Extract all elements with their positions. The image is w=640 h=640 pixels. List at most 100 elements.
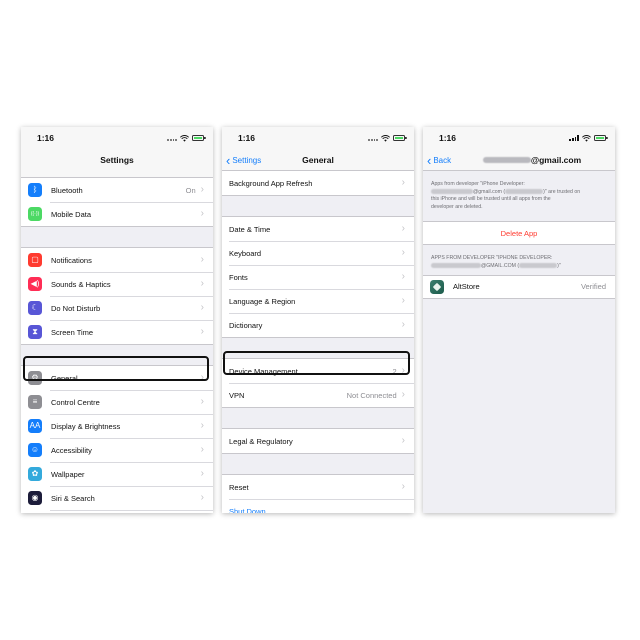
- battery-icon: [594, 135, 608, 141]
- redacted-text: [505, 188, 544, 194]
- speaker-icon: ◀): [28, 277, 42, 291]
- row-label: Screen Time: [51, 327, 94, 337]
- group-separator: [222, 338, 414, 358]
- signal-icon: [368, 135, 378, 141]
- settings-row-mobile-data[interactable]: ((·)) Mobile Data ›: [21, 202, 213, 226]
- chevron-left-icon: ‹: [427, 152, 432, 168]
- redacted-text: [519, 263, 558, 269]
- delete-app-button[interactable]: Delete App: [423, 221, 615, 246]
- chevron-right-icon: ›: [200, 254, 204, 265]
- general-row-keyboard[interactable]: Keyboard ›: [222, 241, 414, 265]
- chevron-right-icon: ›: [401, 177, 405, 188]
- row-label: Legal & Regulatory: [229, 436, 293, 446]
- general-row-legal-and-regulatory[interactable]: Legal & Regulatory ›: [222, 429, 414, 453]
- status-bar: 1:16: [222, 127, 414, 149]
- settings-group: ▢ Notifications › ◀) Sounds & Haptics › ☾ Do No…: [21, 247, 213, 345]
- row-label: Bluetooth: [51, 185, 83, 195]
- row-label: Background App Refresh: [229, 178, 313, 188]
- settings-row-face-id-and-passcode[interactable]: ☺Face ID & Passcode›: [21, 510, 213, 513]
- back-label: Back: [433, 155, 452, 165]
- chevron-right-icon: ›: [401, 389, 405, 400]
- back-button[interactable]: ‹ Settings: [226, 149, 261, 171]
- settings-row-bluetooth[interactable]: ᛒ Bluetooth On ›: [21, 178, 213, 202]
- page-title: General: [302, 154, 334, 165]
- app-status: Verified: [580, 282, 606, 292]
- back-label: Settings: [232, 155, 262, 165]
- settings-row-sounds-and-haptics[interactable]: ◀) Sounds & Haptics ›: [21, 272, 213, 296]
- info-line-3: this iPhone and will be trusted until al…: [431, 196, 551, 203]
- developer-profile-screen: 1:16 ‹ Back @gmail.com Apps from develop…: [423, 127, 615, 513]
- signal-icon: [167, 135, 177, 141]
- settings-row-control-centre[interactable]: ≡ Control Centre ›: [21, 390, 213, 414]
- row-label: VPN: [229, 390, 245, 400]
- gear-icon: ⚙: [28, 371, 42, 385]
- settings-row-do-not-disturb[interactable]: ☾ Do Not Disturb ›: [21, 296, 213, 320]
- group-separator: [21, 227, 213, 247]
- status-time: 1:16: [238, 133, 256, 143]
- app-row-altstore[interactable]: AltStore Verified: [423, 276, 615, 298]
- settings-row-notifications[interactable]: ▢ Notifications ›: [21, 248, 213, 272]
- general-row-vpn[interactable]: VPN Not Connected ›: [222, 383, 414, 407]
- general-row-fonts[interactable]: Fonts ›: [222, 265, 414, 289]
- general-group: Legal & Regulatory ›: [222, 428, 414, 454]
- app-name: AltStore: [453, 282, 480, 292]
- trust-info-text: Apps from developer "iPhone Developer: @…: [423, 171, 615, 221]
- general-row-language-and-region[interactable]: Language & Region ›: [222, 289, 414, 313]
- scrolled-row-remnant: [21, 170, 213, 177]
- altstore-icon: [430, 279, 444, 294]
- chevron-right-icon: ›: [401, 223, 405, 234]
- text-size-icon: AA: [28, 419, 42, 433]
- row-label: Shut Down: [229, 506, 266, 514]
- chevron-right-icon: ›: [401, 295, 405, 306]
- profile-navbar: ‹ Back @gmail.com: [423, 149, 615, 171]
- general-group: Background App Refresh ›: [222, 171, 414, 196]
- info-line-2a: @gmail.com (: [473, 188, 506, 195]
- apps-list: AltStore Verified: [423, 274, 615, 299]
- general-row-date-and-time[interactable]: Date & Time ›: [222, 217, 414, 241]
- chevron-right-icon: ›: [200, 278, 204, 289]
- redacted-email-user: [482, 157, 531, 164]
- signal-icon: [569, 135, 579, 141]
- general-row-dictionary[interactable]: Dictionary ›: [222, 313, 414, 337]
- general-row-device-management[interactable]: Device Management 2 ›: [222, 359, 414, 383]
- back-button[interactable]: ‹ Back: [427, 149, 451, 171]
- chevron-right-icon: ›: [200, 302, 204, 313]
- row-label: Notifications: [51, 255, 92, 265]
- row-label: Control Centre: [51, 397, 100, 407]
- general-row-background-app-refresh[interactable]: Background App Refresh ›: [222, 171, 414, 195]
- general-screen: 1:16 ‹ Settings General Background App R…: [222, 127, 414, 513]
- group-separator: [21, 345, 213, 365]
- general-group: Date & Time › Keyboard › Fonts › Language & Re…: [222, 216, 414, 338]
- chevron-right-icon: ›: [401, 247, 405, 258]
- row-label: Reset: [229, 482, 249, 492]
- group-separator: [222, 454, 414, 474]
- chevron-right-icon: ›: [200, 372, 204, 383]
- general-group: Device Management 2 › VPN Not Connected ›: [222, 358, 414, 408]
- general-row-shut-down[interactable]: Shut Down: [222, 499, 414, 513]
- settings-row-siri-and-search[interactable]: ◉ Siri & Search ›: [21, 486, 213, 510]
- settings-row-general[interactable]: ⚙ General ›: [21, 366, 213, 390]
- info-line-2b: )" are trusted on: [543, 188, 581, 195]
- battery-icon: [192, 135, 206, 141]
- accessibility-icon: ☺: [28, 443, 42, 457]
- chevron-right-icon: ›: [200, 208, 204, 219]
- settings-row-screen-time[interactable]: ⧗ Screen Time ›: [21, 320, 213, 344]
- settings-row-wallpaper[interactable]: ✿ Wallpaper ›: [21, 462, 213, 486]
- chevron-right-icon: ›: [401, 365, 405, 376]
- page-title: Settings: [100, 154, 134, 165]
- settings-group: ᛒ Bluetooth On › ((·)) Mobile Data ›: [21, 177, 213, 227]
- settings-row-display-and-brightness[interactable]: AA Display & Brightness ›: [21, 414, 213, 438]
- page-title: @gmail.com: [482, 154, 582, 165]
- row-label: General: [51, 373, 78, 383]
- antenna-icon: ((·)): [28, 207, 42, 221]
- chevron-right-icon: ›: [200, 396, 204, 407]
- general-row-reset[interactable]: Reset ›: [222, 475, 414, 499]
- settings-navbar: Settings: [21, 149, 213, 170]
- row-label: Mobile Data: [51, 209, 92, 219]
- wifi-icon: [381, 134, 390, 142]
- apps-section-header: APPS FROM DEVELOPER "IPHONE DEVELOPER: @…: [423, 245, 615, 275]
- title-email-domain: @gmail.com: [530, 154, 582, 165]
- hourglass-icon: ⧗: [28, 325, 42, 339]
- notifications-icon: ▢: [28, 253, 42, 267]
- settings-row-accessibility[interactable]: ☺ Accessibility ›: [21, 438, 213, 462]
